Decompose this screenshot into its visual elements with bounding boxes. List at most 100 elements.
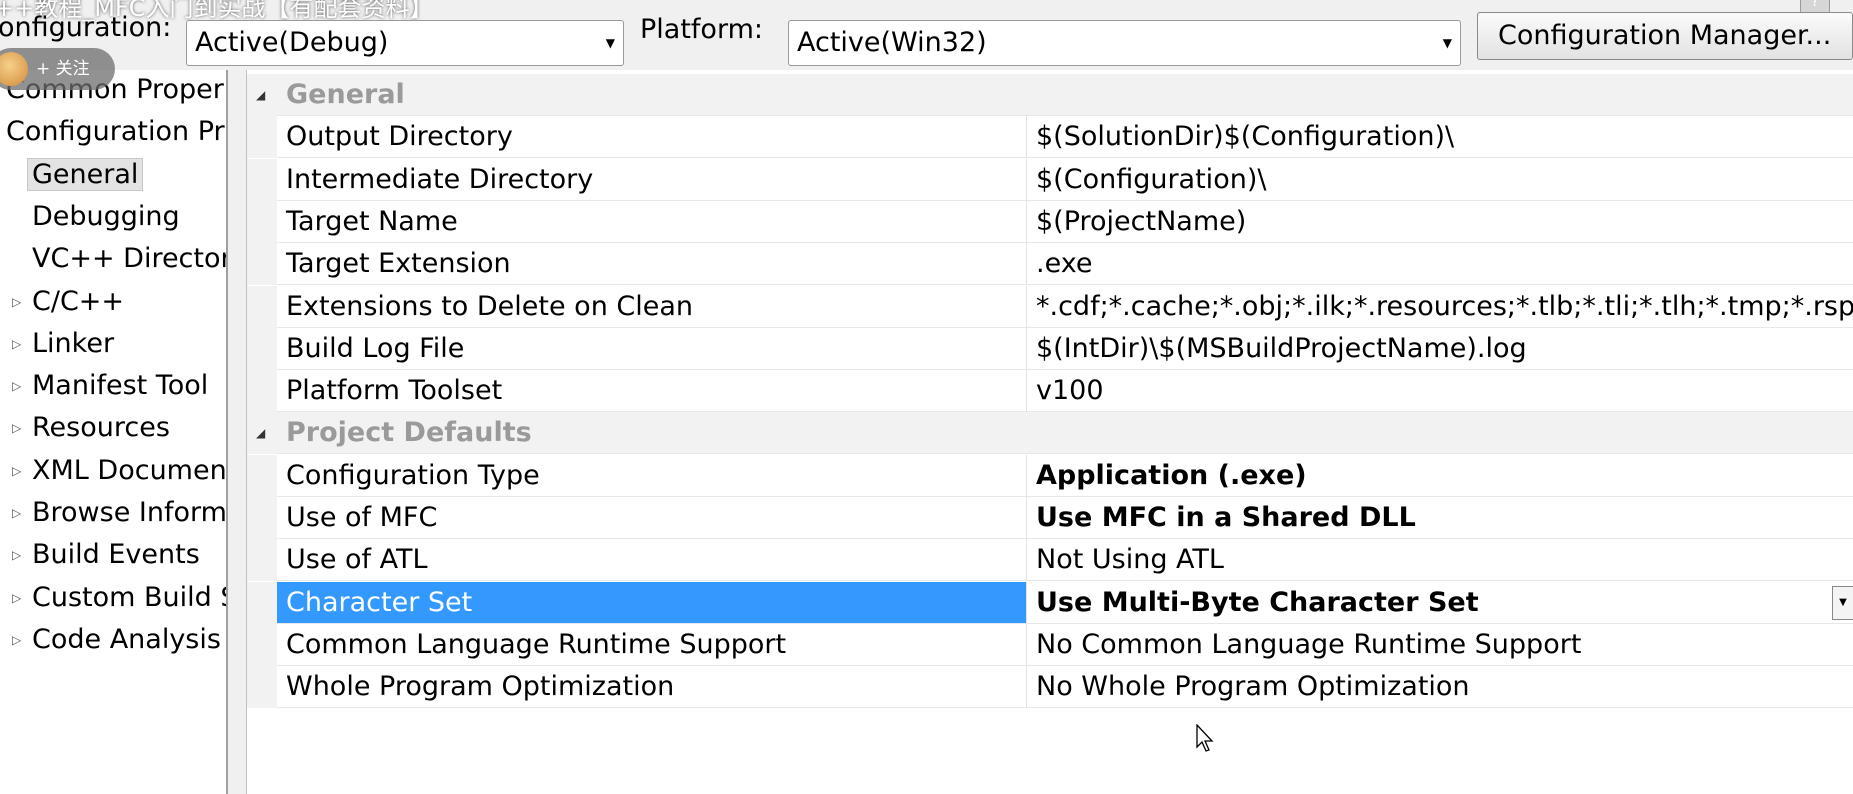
property-name[interactable]: Target Extension xyxy=(277,243,1027,286)
expand-arrow-icon[interactable]: ▷ xyxy=(12,451,21,491)
property-name[interactable]: Build Log File xyxy=(277,327,1027,370)
property-value[interactable]: Not Using ATL xyxy=(1027,539,1853,582)
row-gutter xyxy=(247,497,277,539)
tree-item-custom-build-s[interactable]: ▷ Custom Build S xyxy=(12,578,228,618)
property-value-text: v100 xyxy=(1036,375,1104,407)
expand-arrow-icon[interactable]: ▷ xyxy=(12,493,21,533)
expand-arrow-icon[interactable]: ▷ xyxy=(12,578,21,618)
platform-select[interactable]: Active(Win32) ▼ xyxy=(788,20,1461,66)
configuration-select[interactable]: Active(Debug) ▼ xyxy=(186,20,624,66)
property-row[interactable]: Configuration Type Application (.exe) xyxy=(247,454,1853,497)
follow-badge[interactable]: + 关注 xyxy=(0,48,115,90)
configuration-manager-button[interactable]: Configuration Manager... xyxy=(1477,12,1853,60)
property-row[interactable]: Target Extension .exe xyxy=(247,243,1853,286)
tree-item-general[interactable]: General xyxy=(27,155,144,195)
expand-arrow-icon[interactable]: ▷ xyxy=(12,408,21,448)
row-gutter xyxy=(247,200,277,243)
tree-item-label: Resources xyxy=(32,412,170,444)
row-gutter xyxy=(247,285,277,328)
expand-arrow-icon[interactable]: ▷ xyxy=(12,324,21,364)
property-value[interactable]: Application (.exe) xyxy=(1027,455,1853,497)
row-gutter xyxy=(247,158,277,201)
avatar xyxy=(0,52,28,86)
property-value[interactable]: $(ProjectName) xyxy=(1027,201,1853,243)
property-tree: Common Proper Configuration Pr General Debu… xyxy=(0,70,228,794)
tree-item-resources[interactable]: ▷ Resources xyxy=(12,408,170,448)
property-name[interactable]: Output Directory xyxy=(277,116,1027,159)
property-row[interactable]: Whole Program Optimization No Whole Progr… xyxy=(247,666,1853,709)
property-value[interactable]: $(SolutionDir)$(Configuration)\ xyxy=(1027,116,1853,159)
property-row[interactable]: Intermediate Directory $(Configuration)\ xyxy=(247,158,1853,201)
property-name[interactable]: Platform Toolset xyxy=(277,370,1027,413)
row-gutter xyxy=(247,666,277,709)
property-value[interactable]: No Common Language Runtime Support xyxy=(1027,624,1853,666)
property-row[interactable]: Character Set Use Multi-Byte Character Se… xyxy=(247,581,1853,624)
tree-item-label: Debugging xyxy=(32,200,180,232)
property-row[interactable]: Target Name $(ProjectName) xyxy=(247,200,1853,243)
expand-arrow-icon[interactable]: ▷ xyxy=(12,620,21,660)
tree-item-browse-inform[interactable]: ▷ Browse Inform xyxy=(12,493,226,533)
property-value-text: *.cdf;*.cache;*.obj;*.ilk;*.resources;*.… xyxy=(1036,290,1853,322)
mouse-cursor-icon xyxy=(1196,724,1214,752)
tree-item-linker[interactable]: ▷ Linker xyxy=(12,324,114,364)
tree-item-build-events[interactable]: ▷ Build Events xyxy=(12,535,200,575)
property-name[interactable]: Target Name xyxy=(277,200,1027,243)
property-value[interactable]: $(IntDir)\$(MSBuildProjectName).log xyxy=(1027,328,1853,370)
property-row[interactable]: Use of ATL Not Using ATL xyxy=(247,539,1853,582)
property-value-text: Use MFC in a Shared DLL xyxy=(1036,502,1416,533)
configuration-value: Active(Debug) xyxy=(195,27,389,58)
category-row[interactable]: ◢ General xyxy=(247,74,1853,116)
category-row[interactable]: ◢ Project Defaults xyxy=(247,412,1853,455)
expand-arrow-icon[interactable]: ▷ xyxy=(12,535,21,575)
collapse-triangle-icon[interactable]: ◢ xyxy=(256,412,265,454)
follow-label: + 关注 xyxy=(36,59,90,79)
dropdown-button[interactable]: ▼ xyxy=(1832,585,1853,620)
category-label: General xyxy=(277,74,1853,116)
property-name[interactable]: Use of MFC xyxy=(277,497,1027,539)
property-value[interactable]: No Whole Program Optimization xyxy=(1027,666,1853,709)
category-label: Project Defaults xyxy=(277,412,1853,455)
platform-value: Active(Win32) xyxy=(797,27,987,58)
tree-item-label: Custom Build S xyxy=(32,581,228,613)
property-value-text: $(IntDir)\$(MSBuildProjectName).log xyxy=(1036,332,1527,364)
property-value[interactable]: $(Configuration)\ xyxy=(1027,159,1853,201)
row-gutter xyxy=(247,243,277,286)
property-value-text: .exe xyxy=(1036,248,1093,280)
property-name[interactable]: Extensions to Delete on Clean xyxy=(277,285,1027,328)
row-gutter xyxy=(247,581,277,624)
property-row[interactable]: Output Directory $(SolutionDir)$(Configur… xyxy=(247,116,1853,159)
chevron-down-icon: ▼ xyxy=(605,36,615,50)
property-value[interactable]: *.cdf;*.cache;*.obj;*.ilk;*.resources;*.… xyxy=(1027,286,1853,328)
property-value[interactable]: v100 xyxy=(1027,370,1853,413)
row-gutter xyxy=(247,327,277,370)
tree-item-c-c[interactable]: ▷ C/C++ xyxy=(12,282,124,322)
property-name[interactable]: Character Set xyxy=(277,581,1027,624)
platform-label: Platform: xyxy=(640,14,763,45)
tree-item-debugging[interactable]: Debugging xyxy=(32,197,180,237)
tree-item-label: VC++ Director xyxy=(32,243,228,275)
tree-item-label: XML Documen xyxy=(32,454,227,486)
tree-item-xml-documen[interactable]: ▷ XML Documen xyxy=(12,451,227,491)
property-row[interactable]: Common Language Runtime Support No Common… xyxy=(247,623,1853,666)
property-value[interactable]: .exe xyxy=(1027,243,1853,286)
property-name[interactable]: Configuration Type xyxy=(277,454,1027,497)
tree-item-vc-director[interactable]: VC++ Director xyxy=(32,239,228,279)
tree-item-code-analysis[interactable]: ▷ Code Analysis xyxy=(12,620,221,660)
property-value-text: $(SolutionDir)$(Configuration)\ xyxy=(1036,121,1455,153)
property-value[interactable]: Use MFC in a Shared DLL xyxy=(1027,497,1853,539)
tree-item-configuration-pr[interactable]: Configuration Pr xyxy=(6,112,225,152)
property-name[interactable]: Use of ATL xyxy=(277,539,1027,582)
configuration-label: onfiguration: xyxy=(0,12,172,43)
property-row[interactable]: Build Log File $(IntDir)\$(MSBuildProject… xyxy=(247,327,1853,370)
property-name[interactable]: Common Language Runtime Support xyxy=(277,623,1027,666)
tree-item-manifest-tool[interactable]: ▷ Manifest Tool xyxy=(12,366,208,406)
collapse-triangle-icon[interactable]: ◢ xyxy=(256,74,265,116)
property-name[interactable]: Whole Program Optimization xyxy=(277,666,1027,709)
property-value[interactable]: Use Multi-Byte Character Set ▼ xyxy=(1027,582,1853,624)
property-row[interactable]: Extensions to Delete on Clean *.cdf;*.cac… xyxy=(247,285,1853,328)
property-name[interactable]: Intermediate Directory xyxy=(277,158,1027,201)
expand-arrow-icon[interactable]: ▷ xyxy=(12,366,21,406)
property-row[interactable]: Use of MFC Use MFC in a Shared DLL xyxy=(247,497,1853,539)
property-row[interactable]: Platform Toolset v100 xyxy=(247,370,1853,413)
expand-arrow-icon[interactable]: ▷ xyxy=(12,282,21,322)
